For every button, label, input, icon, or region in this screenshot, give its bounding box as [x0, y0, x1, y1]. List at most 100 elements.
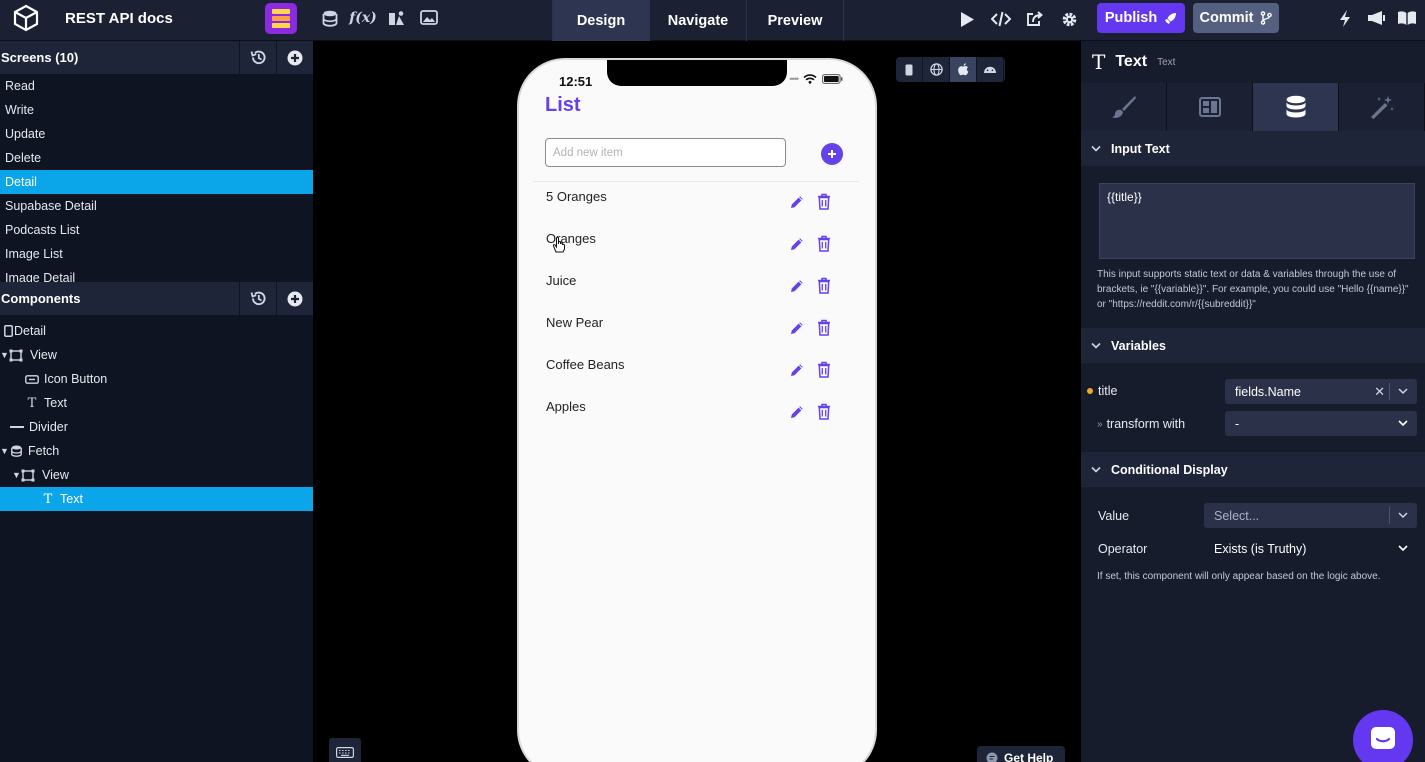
caret-down-icon[interactable]: ▼	[0, 446, 9, 456]
components-header: Components	[0, 282, 313, 315]
tree-item-view[interactable]: ▼ View	[0, 463, 313, 487]
caret-down-icon[interactable]: ▼	[0, 350, 9, 360]
conditional-section-header[interactable]: Conditional Display	[1081, 452, 1425, 487]
design-canvas[interactable]: 12:51 •••• List 5 Oranges Oranges	[313, 41, 1081, 762]
keyboard-icon[interactable]	[329, 738, 361, 762]
apple-icon[interactable]	[950, 57, 977, 82]
screen-item-write[interactable]: Write	[0, 98, 313, 122]
pencil-icon[interactable]	[789, 404, 805, 420]
docs-book-icon[interactable]	[1397, 9, 1417, 27]
trash-icon[interactable]	[817, 361, 831, 378]
function-icon[interactable]: f(x)	[349, 9, 377, 27]
tab-style[interactable]	[1081, 83, 1167, 131]
tree-item-view[interactable]: ▼ View	[0, 343, 313, 367]
screen-item-delete[interactable]: Delete	[0, 146, 313, 170]
screen-item-update[interactable]: Update	[0, 122, 313, 146]
screen-item-detail[interactable]: Detail	[0, 170, 313, 194]
value-select[interactable]: Select...	[1204, 503, 1417, 528]
caret-down-icon[interactable]: ▼	[12, 470, 21, 480]
tab-design[interactable]: Design	[553, 0, 650, 41]
project-stack-icon[interactable]	[265, 3, 297, 34]
list-item[interactable]: New Pear	[519, 310, 875, 352]
get-help-button[interactable]: Get Help	[977, 746, 1065, 762]
commit-button[interactable]: Commit	[1193, 3, 1279, 33]
assets-icon[interactable]	[386, 9, 406, 27]
tree-item-divider[interactable]: Divider	[0, 415, 313, 439]
tab-preview[interactable]: Preview	[747, 0, 844, 41]
tree-item-text[interactable]: T Text	[0, 391, 313, 415]
pencil-icon[interactable]	[789, 236, 805, 252]
code-icon[interactable]	[990, 9, 1012, 29]
list-item[interactable]: Oranges	[519, 226, 875, 268]
gear-icon[interactable]	[1058, 9, 1080, 29]
select-separator	[1389, 383, 1390, 400]
android-icon[interactable]	[977, 57, 1004, 82]
get-help-label: Get Help	[1004, 751, 1054, 762]
tree-item-text-selected[interactable]: T Text	[0, 487, 313, 511]
phone-device-icon[interactable]	[896, 57, 923, 82]
components-header-actions	[239, 282, 313, 315]
action-icons	[956, 9, 1080, 29]
share-icon[interactable]	[1024, 9, 1046, 29]
megaphone-icon[interactable]	[1366, 9, 1386, 27]
variables-section-header[interactable]: Variables	[1081, 328, 1425, 363]
trash-icon[interactable]	[817, 193, 831, 210]
pencil-icon[interactable]	[789, 278, 805, 294]
double-chevron-icon: »	[1097, 418, 1103, 430]
tree-item-fetch[interactable]: ▼ Fetch	[0, 439, 313, 463]
tree-item-detail[interactable]: Detail	[0, 319, 313, 343]
draftbit-logo-icon[interactable]	[0, 0, 52, 36]
support-chat-button[interactable]	[1353, 710, 1413, 762]
tab-actions[interactable]	[1339, 83, 1425, 131]
transform-label-text: transform with	[1106, 417, 1186, 431]
pencil-icon[interactable]	[789, 362, 805, 378]
input-text-section-header[interactable]: Input Text	[1081, 131, 1425, 166]
add-screen-icon[interactable]	[276, 41, 313, 74]
screen-item-image-list[interactable]: Image List	[0, 242, 313, 266]
database-icon[interactable]	[320, 9, 340, 27]
trash-icon[interactable]	[817, 403, 831, 420]
transform-label: » transform with	[1097, 417, 1185, 431]
trash-icon[interactable]	[817, 319, 831, 336]
screen-item-read[interactable]: Read	[0, 74, 313, 98]
operator-select[interactable]: Exists (is Truthy)	[1204, 536, 1417, 561]
lightning-icon[interactable]	[1335, 9, 1355, 27]
clear-icon[interactable]: ✕	[1374, 384, 1385, 400]
signal-icon: ••••	[789, 74, 799, 84]
screen-item-image-detail[interactable]: Image Detail	[0, 266, 313, 282]
screen-item-supabase-detail[interactable]: Supabase Detail	[0, 194, 313, 218]
list-item[interactable]: Apples	[519, 394, 875, 436]
left-panel: Screens (10) Read Write Update Delete De…	[0, 41, 313, 762]
view-icon	[20, 468, 36, 482]
trash-icon[interactable]	[817, 235, 831, 252]
layout-icon	[1198, 97, 1221, 117]
globe-icon[interactable]	[923, 57, 950, 82]
play-icon[interactable]	[956, 9, 978, 29]
tab-data[interactable]	[1253, 83, 1339, 131]
tree-item-label: Icon Button	[44, 372, 108, 386]
add-component-icon[interactable]	[276, 282, 313, 315]
list-item[interactable]: Juice	[519, 268, 875, 310]
project-title[interactable]: REST API docs	[65, 10, 173, 27]
transform-select[interactable]: -	[1225, 411, 1417, 436]
tab-navigate[interactable]: Navigate	[650, 0, 747, 41]
rocket-icon	[1165, 12, 1177, 24]
image-gallery-icon[interactable]	[419, 9, 439, 27]
pencil-icon[interactable]	[789, 320, 805, 336]
variable-select[interactable]: fields.Name ✕	[1225, 379, 1417, 404]
tree-item-icon-button[interactable]: Icon Button	[0, 367, 313, 391]
list-item[interactable]: Coffee Beans	[519, 352, 875, 394]
add-item-button[interactable]	[821, 143, 843, 165]
publish-button[interactable]: Publish	[1097, 3, 1185, 33]
list-item[interactable]: 5 Oranges	[519, 184, 875, 226]
add-item-input[interactable]	[545, 138, 786, 167]
text-icon: T	[1092, 50, 1106, 74]
database-icon	[1286, 95, 1305, 118]
history-icon[interactable]	[239, 282, 276, 315]
screen-item-podcasts-list[interactable]: Podcasts List	[0, 218, 313, 242]
input-text-field[interactable]: {{title}}	[1099, 183, 1415, 259]
tab-layout[interactable]	[1167, 83, 1253, 131]
history-icon[interactable]	[239, 41, 276, 74]
pencil-icon[interactable]	[789, 194, 805, 210]
trash-icon[interactable]	[817, 277, 831, 294]
